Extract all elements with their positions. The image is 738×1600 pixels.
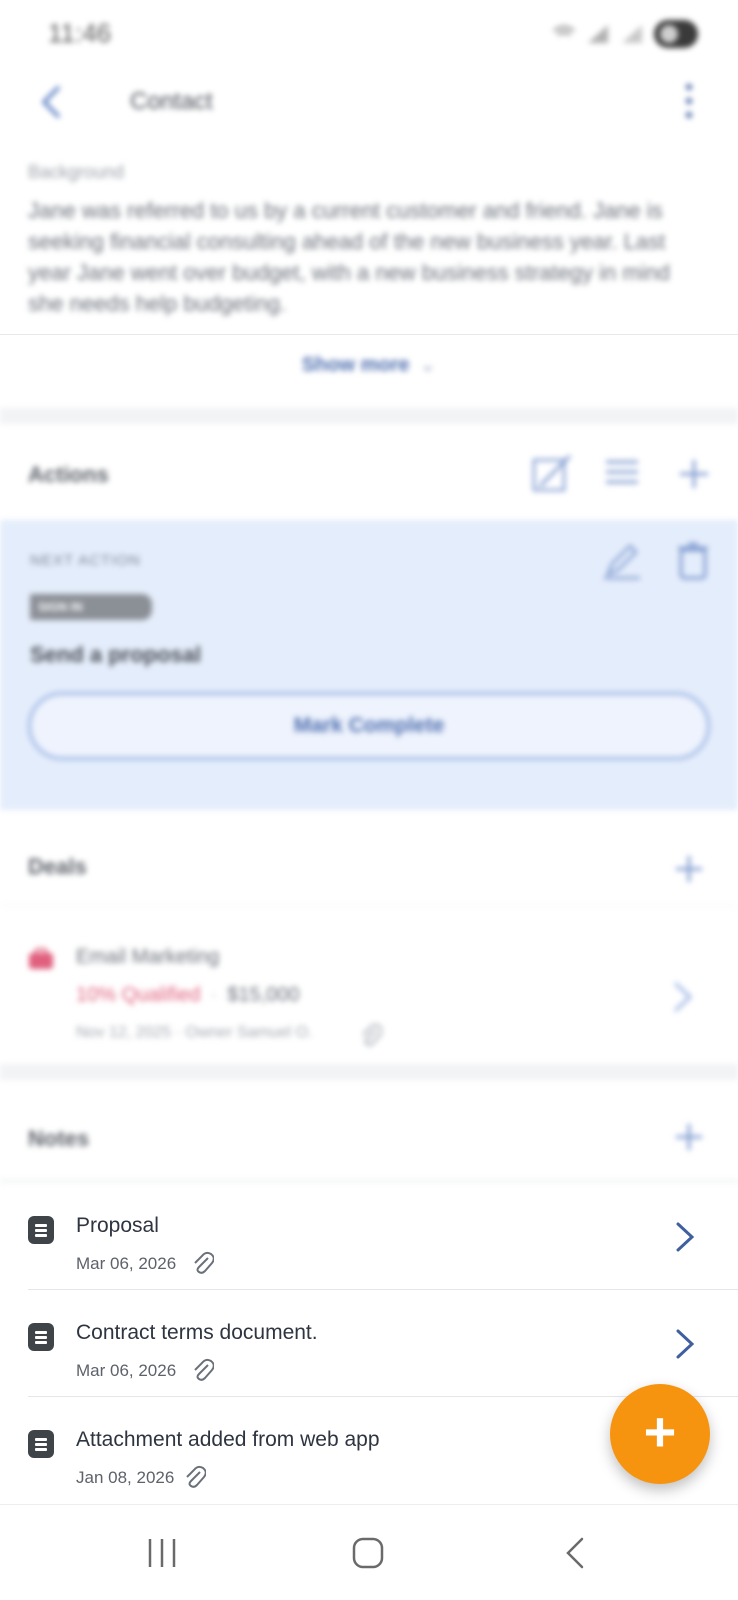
status-icons [552,20,698,48]
notes-header: Notes [0,1082,738,1182]
background-text: Jane was referred to us by a current cus… [28,198,671,316]
row-divider [28,1289,738,1290]
note-row[interactable]: Proposal Mar 06, 2026 [0,1184,738,1290]
deal-row[interactable]: Email Marketing 10% Qualified · $15,000 No… [0,906,738,1056]
note-date: Jan 08, 2026 [76,1468,175,1487]
deal-meta: Nov 12, 2025 · Owner Samuel O. [76,1024,313,1041]
actions-header: Actions [0,426,738,520]
chevron-right-icon[interactable] [674,1327,696,1361]
next-action-badge: SIGN IN [30,594,152,620]
next-action-label: NEXT ACTION [30,552,141,569]
list-icon[interactable] [600,452,644,496]
next-action-title: Send a proposal [30,642,202,667]
status-bar: 11:46 [0,0,738,66]
page-title: Contact [130,88,213,115]
deal-separator: · [210,984,218,1006]
nav-back-icon[interactable] [556,1535,596,1571]
background-section: Background Jane was referred to us by a … [28,162,708,319]
app-bar: Contact [0,66,738,138]
document-icon [28,1430,54,1458]
signal-icon-2 [622,25,642,43]
next-action-card: NEXT ACTION SIGN IN Send a proposal Mark… [0,520,738,810]
add-fab-button[interactable]: + [610,1384,710,1484]
add-action-plus-icon[interactable] [672,452,716,496]
wifi-icon [553,25,575,37]
section-gap [0,408,738,424]
paperclip-icon [194,1358,214,1381]
divider [0,334,738,335]
system-nav-bar [0,1504,738,1600]
more-vertical-icon[interactable] [684,84,694,118]
mark-complete-button[interactable]: Mark Complete [28,692,710,760]
home-icon[interactable] [348,1535,388,1571]
paperclip-icon [194,1251,214,1274]
fab-plus-icon: + [643,1400,677,1463]
back-arrow-icon[interactable] [36,82,66,122]
document-icon [28,1323,54,1351]
deal-stage-line: 10% Qualified · $15,000 [76,984,300,1007]
deals-header: Deals [0,816,738,906]
pencil-icon[interactable] [600,538,644,582]
chevron-right-icon[interactable] [672,980,694,1014]
deal-amount: $15,000 [227,984,300,1006]
document-icon [28,1216,54,1244]
notes-title: Notes [28,1126,90,1151]
note-date: Mar 06, 2026 [76,1361,177,1380]
note-title: Attachment added from web app [76,1428,380,1451]
deals-title: Deals [28,854,87,879]
paperclip-icon [362,1023,382,1046]
chevron-right-icon[interactable] [674,1220,696,1254]
battery-icon [654,20,698,48]
deal-name: Email Marketing [76,946,220,968]
note-date: Mar 06, 2026 [76,1254,177,1273]
actions-title: Actions [28,462,109,487]
paperclip-icon [186,1465,206,1488]
section-gap-2 [0,1064,738,1080]
show-more-button[interactable]: Show more ⌄ [0,352,738,377]
add-deal-plus-icon[interactable] [674,854,704,884]
deal-stage: 10% Qualified [76,984,201,1006]
recent-apps-icon[interactable] [142,1535,182,1571]
background-label: Background [28,162,125,182]
show-more-label: Show more [301,354,410,376]
status-time: 11:46 [48,18,112,48]
chevron-down-icon: ⌄ [419,354,437,376]
add-note-plus-icon[interactable] [674,1122,704,1152]
note-title: Contract terms document. [76,1321,318,1344]
briefcase-icon [29,948,53,969]
note-row[interactable]: Contract terms document. Mar 06, 2026 [0,1291,738,1397]
note-title: Proposal [76,1214,159,1237]
trash-icon[interactable] [676,540,710,582]
edit-note-icon[interactable] [530,452,574,496]
signal-icon [588,25,608,43]
